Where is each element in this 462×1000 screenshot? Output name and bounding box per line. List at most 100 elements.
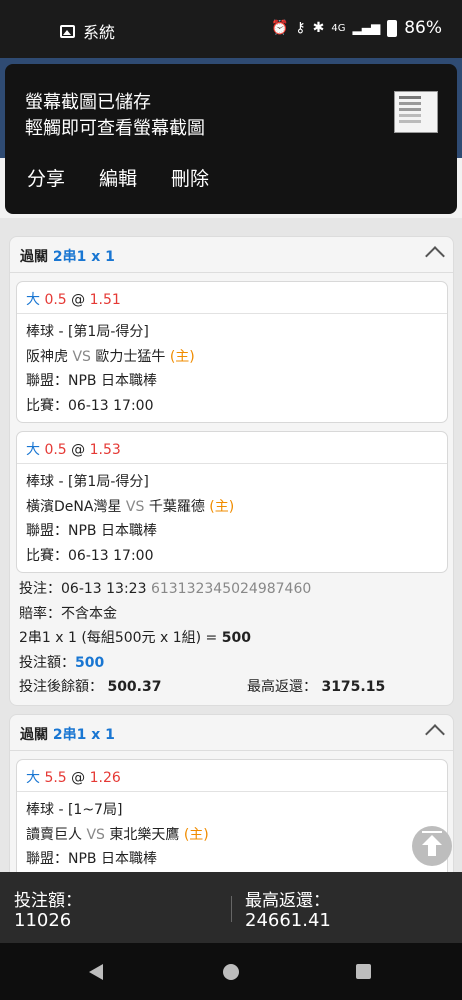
share-button[interactable]: 分享 xyxy=(27,164,65,191)
totals-bar: 投注額： 11026 最高返還： 24661.41 xyxy=(0,872,462,943)
leg-market: 棒球 - [1~7局] xyxy=(26,802,123,818)
away-team: 歐力士猛牛 xyxy=(95,348,166,365)
host-tag: (主) xyxy=(209,498,235,515)
bet-summary: 投注：06-13 13:23 613132345024987460 賠率：不含本… xyxy=(19,577,449,700)
vs-label: VS xyxy=(72,348,91,365)
bet-time-row: 投注：06-13 13:23 613132345024987460 xyxy=(19,577,449,602)
leg-match-time: 比賽：06-13 17:00 xyxy=(26,397,154,414)
host-tag: (主) xyxy=(183,826,209,843)
leg-details: 棒球 - [第1局-得分] 橫濱DeNA灣星 VS 千葉羅德 (主) 聯盟：NP… xyxy=(17,464,447,568)
bet-card-header[interactable]: 過關 2串1 x 1 xyxy=(10,715,453,751)
leg-odds: 1.26 xyxy=(89,770,121,786)
home-team: 讀賣巨人 xyxy=(26,826,82,843)
recents-icon[interactable] xyxy=(356,964,371,979)
edit-button[interactable]: 編輯 xyxy=(99,164,137,191)
leg-pick: 大 xyxy=(26,770,40,786)
home-team: 橫濱DeNA灣星 xyxy=(26,498,122,515)
balance-row: 投注後餘額： 500.37 最高返還： 3175.15 xyxy=(19,675,449,700)
bet-combo: 2串1 x 1 xyxy=(52,249,115,265)
max-return-value: 3175.15 xyxy=(321,679,386,695)
leg-line: 0.5 xyxy=(44,442,67,458)
odds-type: 賠率：不含本金 xyxy=(19,605,117,622)
bet-type-label: 過關 xyxy=(20,249,48,265)
image-icon xyxy=(60,24,75,38)
leg-match-time: 比賽：06-13 17:00 xyxy=(26,547,154,564)
scroll-top-button[interactable] xyxy=(412,826,452,866)
battery-level: 86% xyxy=(404,18,442,38)
key-icon: ⚷ xyxy=(295,20,306,36)
home-icon[interactable] xyxy=(223,964,239,980)
max-return: 最高返還： 3175.15 xyxy=(247,675,385,700)
4g-icon: 4G xyxy=(331,22,346,34)
screenshot-thumbnail[interactable] xyxy=(394,91,438,133)
bet-id: 613132345024987460 xyxy=(150,581,312,597)
leg-selection: 大 0.5 @ 1.53 xyxy=(17,432,447,464)
leg-league: 聯盟：NPB 日本職棒 xyxy=(26,851,157,867)
leg-at: @ xyxy=(71,292,86,308)
notification-label: 系統 xyxy=(83,23,116,42)
bet-card-header[interactable]: 過關 2串1 x 1 xyxy=(10,237,453,273)
total-max-return-label: 最高返還： xyxy=(245,891,330,911)
battery-icon xyxy=(387,19,398,37)
leg-line: 5.5 xyxy=(44,770,67,786)
leg-odds: 1.51 xyxy=(89,292,121,308)
leg-selection: 大 5.5 @ 1.26 xyxy=(17,760,447,792)
delete-button[interactable]: 刪除 xyxy=(171,164,209,191)
leg-market: 棒球 - [第1局-得分] xyxy=(26,324,149,340)
away-team: 千葉羅德 xyxy=(148,498,205,515)
arrow-up-icon xyxy=(422,831,442,833)
balance-value: 500.37 xyxy=(107,679,162,695)
bet-combo: 2串1 x 1 xyxy=(52,727,115,743)
leg-teams: 阪神虎 VS 歐力士猛牛 (主) xyxy=(26,345,447,370)
alarm-icon: ⏰ xyxy=(270,20,289,36)
leg-line: 0.5 xyxy=(44,292,67,308)
bet-leg: 大 5.5 @ 1.26 棒球 - [1~7局] 讀賣巨人 VS 東北樂天鷹 (… xyxy=(16,759,448,889)
leg-league: 聯盟：NPB 日本職棒 xyxy=(26,373,157,389)
stake-row: 投注額：500 xyxy=(19,651,449,676)
bet-leg: 大 0.5 @ 1.53 棒球 - [第1局-得分] 橫濱DeNA灣星 VS 千… xyxy=(16,431,448,573)
leg-details: 棒球 - [1~7局] 讀賣巨人 VS 東北樂天鷹 (主) 聯盟：NPB 日本職… xyxy=(17,792,447,872)
signal-icon: ▂▄▆ xyxy=(352,21,381,35)
formula-value: 500 xyxy=(221,630,251,646)
balance-label: 投注後餘額： xyxy=(19,679,103,695)
stake-value: 500 xyxy=(75,654,105,671)
leg-odds: 1.53 xyxy=(89,442,121,458)
status-left: 系統 xyxy=(60,19,115,43)
status-right: ⏰ ⚷ ✱ 4G ▂▄▆ 86% xyxy=(271,18,442,38)
home-team: 阪神虎 xyxy=(26,348,68,365)
system-nav-bar xyxy=(0,943,462,1000)
bet-type-label: 過關 xyxy=(20,727,48,743)
vs-label: VS xyxy=(125,498,145,515)
leg-at: @ xyxy=(71,442,86,458)
bet-card: 過關 2串1 x 1 大 5.5 @ 1.26 棒球 - [1~7局] 讀賣巨人… xyxy=(9,714,454,889)
formula-label: 2串1 x 1 (每組500元 x 1組) = xyxy=(19,630,218,646)
chevron-up-icon[interactable] xyxy=(425,246,445,266)
toast-subtitle: 輕觸即可查看螢幕截圖 xyxy=(25,118,205,139)
divider xyxy=(231,896,232,922)
toast-title: 螢幕截圖已儲存 xyxy=(25,92,151,113)
away-team: 東北樂天鷹 xyxy=(109,826,180,843)
leg-teams: 讀賣巨人 VS 東北樂天鷹 (主) xyxy=(26,823,447,848)
leg-market: 棒球 - [第1局-得分] xyxy=(26,474,149,490)
leg-league: 聯盟：NPB 日本職棒 xyxy=(26,523,157,539)
leg-selection: 大 0.5 @ 1.51 xyxy=(17,282,447,314)
status-bar: 系統 ⏰ ⚷ ✱ 4G ▂▄▆ 86% xyxy=(0,0,462,58)
leg-at: @ xyxy=(71,770,86,786)
chevron-up-icon[interactable] xyxy=(425,724,445,744)
stake-label: 投注額： xyxy=(19,654,75,671)
bet-time: 投注：06-13 13:23 xyxy=(19,581,147,597)
formula-row: 2串1 x 1 (每組500元 x 1組) = 500 xyxy=(19,626,449,651)
bet-card: 過關 2串1 x 1 大 0.5 @ 1.51 棒球 - [第1局-得分] 阪神… xyxy=(9,236,454,706)
bet-leg: 大 0.5 @ 1.51 棒球 - [第1局-得分] 阪神虎 VS 歐力士猛牛 … xyxy=(16,281,448,423)
bluetooth-icon: ✱ xyxy=(312,20,325,36)
screenshot-toast[interactable]: 螢幕截圖已儲存 輕觸即可查看螢幕截圖 分享 編輯 刪除 xyxy=(5,64,457,214)
host-tag: (主) xyxy=(169,348,195,365)
leg-details: 棒球 - [第1局-得分] 阪神虎 VS 歐力士猛牛 (主) 聯盟：NPB 日本… xyxy=(17,314,447,418)
max-return-label: 最高返還： xyxy=(247,679,317,695)
back-icon[interactable] xyxy=(89,964,103,980)
leg-pick: 大 xyxy=(26,442,40,458)
toast-actions: 分享 編輯 刪除 xyxy=(27,164,209,191)
total-max-return-value: 24661.41 xyxy=(245,910,331,931)
total-stake-value: 11026 xyxy=(14,910,72,931)
vs-label: VS xyxy=(86,826,105,843)
